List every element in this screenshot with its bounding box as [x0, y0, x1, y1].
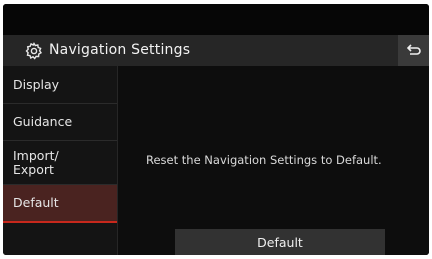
sidebar-item-label: Display [13, 76, 60, 92]
page-title: Navigation Settings [49, 42, 191, 58]
sidebar-item-label: Guidance [13, 114, 73, 129]
back-icon [406, 41, 421, 60]
screen: Navigation Settings Display Guidance Imp… [3, 4, 429, 255]
sidebar-item-import-export[interactable]: Import/ Export [3, 141, 117, 185]
back-button[interactable] [398, 35, 429, 66]
sidebar: Display Guidance Import/ Export Default [3, 66, 118, 255]
main-content: Reset the Navigation Settings to Default… [118, 66, 429, 255]
sidebar-item-display[interactable]: Display [3, 66, 117, 104]
top-status-bar [3, 4, 429, 35]
header-bar: Navigation Settings [3, 35, 429, 66]
sidebar-item-label: Default [13, 195, 59, 210]
gear-icon [25, 42, 43, 60]
default-button[interactable]: Default [175, 229, 385, 255]
sidebar-item-label: Import/ Export [13, 147, 59, 177]
reset-message: Reset the Navigation Settings to Default… [146, 153, 382, 167]
sidebar-item-guidance[interactable]: Guidance [3, 104, 117, 141]
default-button-label: Default [257, 234, 303, 250]
sidebar-item-default[interactable]: Default [3, 185, 117, 223]
